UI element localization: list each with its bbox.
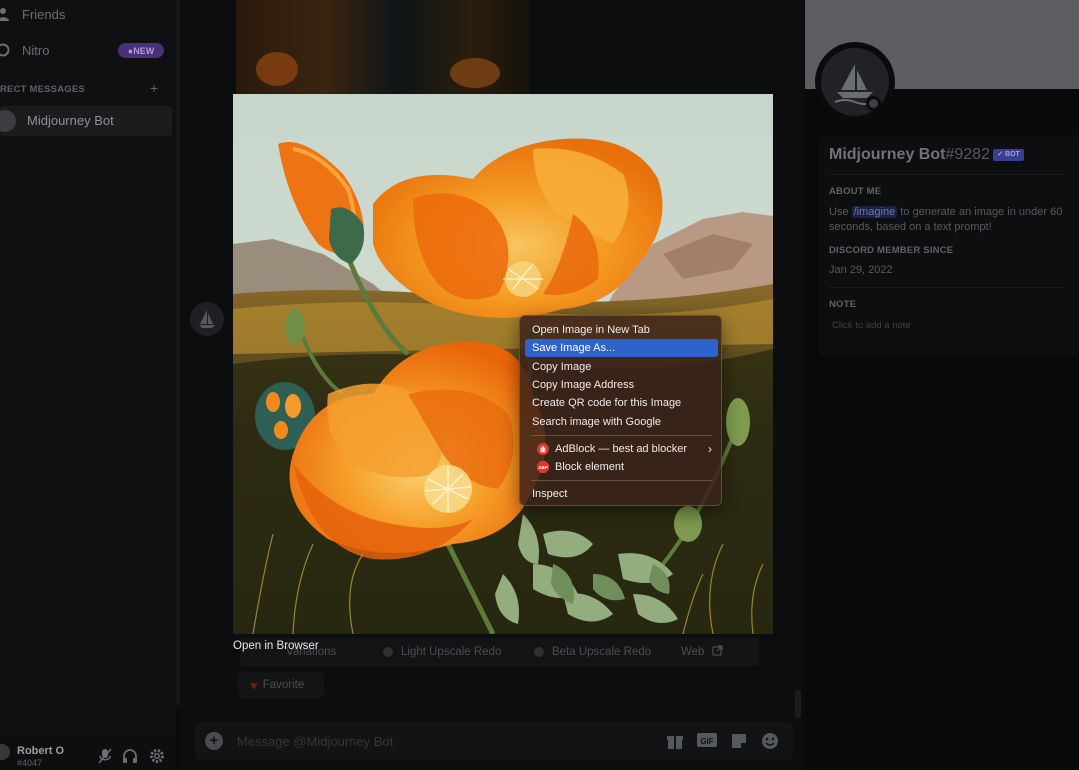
sailboat-icon bbox=[534, 647, 544, 657]
note-header: NOTE bbox=[829, 299, 857, 310]
chat-scrollbar[interactable] bbox=[795, 690, 801, 718]
gif-icon[interactable]: GIF bbox=[697, 732, 717, 750]
friends-icon bbox=[0, 7, 10, 21]
friends-label: Friends bbox=[22, 6, 66, 22]
bot-badge: ✓ BOT bbox=[993, 149, 1024, 161]
menu-save-image-as[interactable]: Save Image As... bbox=[525, 339, 718, 357]
profile-divider bbox=[829, 287, 1065, 288]
menu-copy-image-address[interactable]: Copy Image Address bbox=[525, 376, 718, 394]
menu-block-element[interactable]: ABP Block element bbox=[525, 458, 718, 476]
microphone-icon[interactable] bbox=[97, 748, 113, 764]
menu-separator bbox=[531, 435, 712, 436]
heart-icon: ♥ bbox=[250, 677, 258, 693]
nitro-new-badge: ● NEW bbox=[118, 43, 164, 58]
nitro-label: Nitro bbox=[22, 42, 50, 58]
image-context-menu: Open Image in New Tab Save Image As... C… bbox=[519, 315, 722, 506]
sticker-icon[interactable] bbox=[729, 732, 749, 750]
open-in-browser-link[interactable]: Open in Browser bbox=[233, 640, 319, 652]
dm-item-label: Midjourney Bot bbox=[27, 113, 114, 128]
add-dm-button[interactable]: + bbox=[150, 80, 158, 96]
nitro-icon bbox=[0, 43, 10, 57]
status-indicator bbox=[866, 96, 881, 111]
menu-search-image-google[interactable]: Search image with Google bbox=[525, 413, 718, 431]
attach-plus-icon[interactable]: + bbox=[205, 732, 223, 750]
beta-upscale-redo-button[interactable]: Beta Upscale Redo bbox=[524, 638, 682, 666]
submenu-chevron-icon: › bbox=[708, 442, 712, 456]
light-upscale-redo-button[interactable]: Light Upscale Redo bbox=[373, 638, 533, 666]
headphones-icon[interactable] bbox=[122, 748, 138, 764]
sidebar-item-nitro[interactable]: Nitro bbox=[0, 36, 49, 64]
member-since-date: Jan 29, 2022 bbox=[829, 264, 893, 276]
menu-open-image-new-tab[interactable]: Open Image in New Tab bbox=[525, 321, 718, 339]
imagine-command: /imagine bbox=[851, 206, 898, 218]
message-author-avatar[interactable] bbox=[190, 302, 224, 336]
external-link-icon bbox=[712, 645, 724, 659]
sailboat-icon bbox=[383, 647, 393, 657]
menu-create-qr-code[interactable]: Create QR code for this Image bbox=[525, 394, 718, 412]
member-since-header: DISCORD MEMBER SINCE bbox=[829, 245, 954, 256]
menu-adblock[interactable]: AdBlock — best ad blocker › bbox=[525, 440, 718, 458]
user-name: Robert O bbox=[17, 745, 65, 757]
about-me-text: Use /imagine to generate an image in und… bbox=[829, 206, 1063, 233]
direct-messages-header: RECT MESSAGES bbox=[0, 84, 85, 95]
gift-icon[interactable] bbox=[665, 732, 685, 750]
about-me-header: ABOUT ME bbox=[829, 186, 882, 197]
profile-name: Midjourney Bot#9282 bbox=[829, 146, 990, 163]
emoji-icon[interactable] bbox=[760, 732, 780, 750]
previous-image-thumbnail[interactable] bbox=[236, 0, 530, 94]
settings-gear-icon[interactable] bbox=[149, 748, 165, 764]
sailboat-icon bbox=[199, 310, 215, 328]
svg-text:GIF: GIF bbox=[700, 737, 713, 746]
message-input-placeholder: Message @Midjourney Bot bbox=[237, 734, 394, 749]
menu-separator bbox=[531, 480, 712, 481]
web-link-button[interactable]: Web bbox=[671, 638, 759, 666]
sidebar-item-friends[interactable]: Friends bbox=[0, 0, 65, 28]
profile-divider bbox=[829, 174, 1065, 175]
user-tag: #4047 bbox=[17, 758, 43, 768]
note-input[interactable]: Click to add a note bbox=[832, 320, 911, 331]
menu-inspect[interactable]: Inspect bbox=[525, 485, 718, 503]
adblock-hand-icon bbox=[537, 443, 549, 455]
svg-text:ABP: ABP bbox=[538, 465, 548, 470]
menu-copy-image[interactable]: Copy Image bbox=[525, 358, 718, 376]
abp-icon: ABP bbox=[537, 461, 549, 473]
favorite-button[interactable]: ♥ Favorite bbox=[238, 672, 324, 698]
